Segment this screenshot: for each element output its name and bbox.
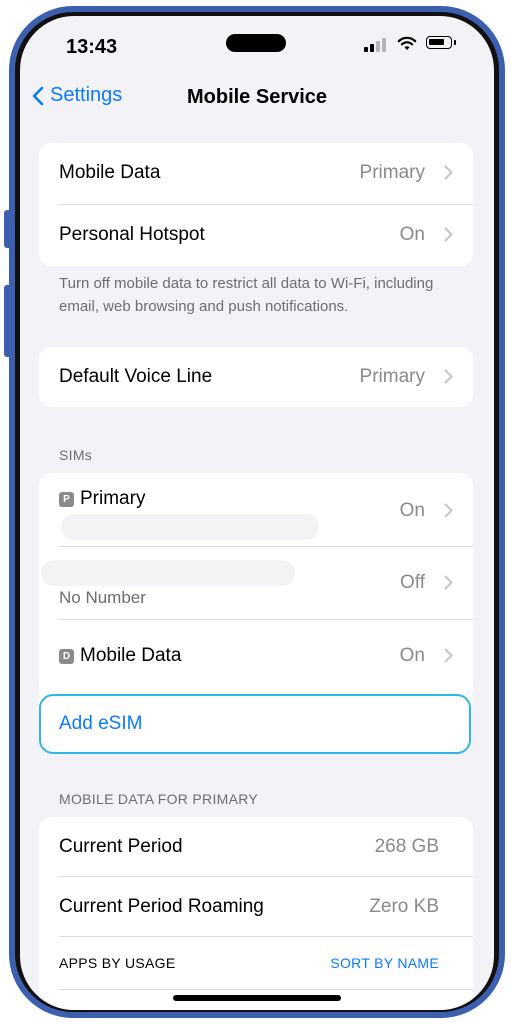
row-label: Current Period <box>59 836 183 857</box>
sim-mobile-data-row[interactable]: D Mobile Data On <box>39 620 473 692</box>
mobile-data-footer: Turn off mobile data to restrict all dat… <box>59 275 434 315</box>
sim-name: Primary <box>80 488 146 509</box>
home-indicator <box>173 995 341 1001</box>
row-value: Primary <box>359 366 425 387</box>
sim-secondary-row[interactable]: No Number Off <box>39 547 473 619</box>
add-esim-button[interactable]: Add eSIM <box>39 694 471 754</box>
sim-name: Mobile Data <box>80 645 182 666</box>
row-value: On <box>399 500 425 521</box>
row-value: Primary <box>359 162 425 183</box>
dynamic-island <box>226 34 286 52</box>
row-label: Current Period Roaming <box>59 896 264 917</box>
row-label: Personal Hotspot <box>59 224 205 245</box>
sim-badge-icon: P <box>59 492 74 507</box>
row-label: P Primary <box>59 488 145 510</box>
chevron-right-icon <box>444 369 453 384</box>
screen: 13:43 Settings Mobile Service Mobile Dat… <box>20 16 494 1010</box>
row-value: On <box>399 224 425 245</box>
personal-hotspot-row[interactable]: Personal Hotspot On <box>39 205 473 266</box>
navigation-bar: Settings Mobile Service <box>20 76 494 120</box>
wifi-icon <box>397 36 417 56</box>
chevron-right-icon <box>444 575 453 590</box>
sim-badge-icon: D <box>59 649 74 664</box>
row-value: 268 GB <box>374 836 439 857</box>
signal-icon <box>364 38 386 52</box>
sort-by-name-button[interactable]: SORT BY NAME <box>330 955 439 971</box>
mobile-data-group: Mobile Data Primary Personal Hotspot On <box>39 143 473 266</box>
apps-by-usage-row: APPS BY USAGE SORT BY NAME <box>39 937 473 989</box>
action-button <box>4 210 10 248</box>
battery-icon <box>426 36 456 49</box>
sim-primary-row[interactable]: P Primary On <box>39 473 473 546</box>
default-voice-line-row[interactable]: Default Voice Line Primary <box>39 347 473 407</box>
current-period-row: Current Period 268 GB <box>39 817 473 876</box>
divider <box>59 989 473 990</box>
add-esim-label: Add eSIM <box>59 713 143 734</box>
usage-group: Current Period 268 GB Current Period Roa… <box>39 817 473 1010</box>
sims-header: SIMs <box>59 447 93 463</box>
chevron-right-icon <box>444 648 453 663</box>
row-value: On <box>399 645 425 666</box>
current-period-roaming-row: Current Period Roaming Zero KB <box>39 877 473 936</box>
chevron-right-icon <box>444 227 453 242</box>
chevron-right-icon <box>444 503 453 518</box>
row-label: Default Voice Line <box>59 366 213 387</box>
row-label: Mobile Data <box>59 162 161 183</box>
voice-line-group: Default Voice Line Primary <box>39 347 473 407</box>
apps-by-usage-label: APPS BY USAGE <box>59 955 176 971</box>
redacted-number <box>61 514 319 540</box>
mobile-data-row[interactable]: Mobile Data Primary <box>39 143 473 204</box>
row-value: Zero KB <box>369 896 439 917</box>
row-label: D Mobile Data <box>59 645 181 667</box>
row-value: Off <box>400 572 425 593</box>
chevron-right-icon <box>444 165 453 180</box>
page-title: Mobile Service <box>186 86 328 108</box>
sims-group: P Primary On No Number Off D Mobile Data O… <box>39 473 473 705</box>
status-time: 13:43 <box>66 36 118 58</box>
row-sublabel: No Number <box>59 588 146 607</box>
status-bar: 13:43 <box>20 16 494 74</box>
volume-button <box>4 285 10 357</box>
usage-header: MOBILE DATA FOR PRIMARY <box>59 791 259 807</box>
redacted-sim-name <box>41 560 295 586</box>
